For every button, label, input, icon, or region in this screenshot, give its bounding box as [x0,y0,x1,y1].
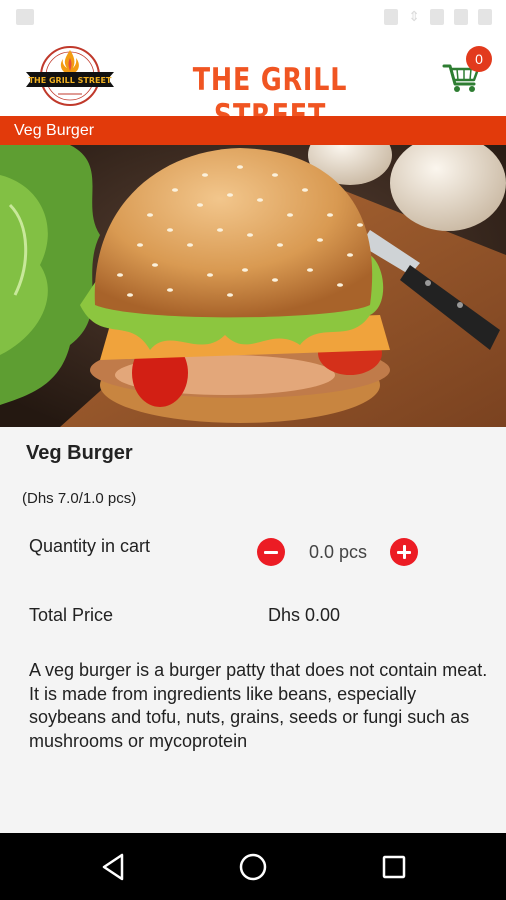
status-bar: ⇕ [0,0,506,34]
quantity-value: 0.0 pcs [308,542,368,562]
quantity-label: Quantity in cart [29,536,151,556]
navigation-bar [0,833,506,900]
restaurant-logo: THE GRILL STREET [26,42,114,108]
plus-circle-icon[interactable] [390,538,418,566]
cart-count-badge: 0 [466,46,492,72]
data-arrows-icon: ⇕ [408,8,420,24]
sim-icon [384,8,399,25]
product-name: Veg Burger [26,442,133,464]
battery-icon [478,8,492,25]
wifi-icon [454,8,468,25]
app-bar: THE GRILL STREET THE GRILL STREET 0 [0,34,506,134]
signal-icon [430,8,444,25]
notification-icon [16,9,34,25]
home-circle-icon[interactable] [235,849,271,885]
status-icons: ⇕ [384,8,492,25]
unit-price: (Dhs 7.0/1.0 pcs) [22,490,137,507]
total-price-label: Total Price [29,605,114,625]
product-image [0,145,506,427]
minus-circle-icon[interactable] [257,538,285,566]
category-title: Veg Burger [0,116,506,145]
svg-text:THE GRILL STREET: THE GRILL STREET [29,76,112,85]
recents-square-icon[interactable] [376,849,412,885]
back-triangle-icon[interactable] [96,849,132,885]
product-description: A veg burger is a burger patty that does… [29,660,488,751]
total-price-value: Dhs 0.00 [268,605,341,625]
